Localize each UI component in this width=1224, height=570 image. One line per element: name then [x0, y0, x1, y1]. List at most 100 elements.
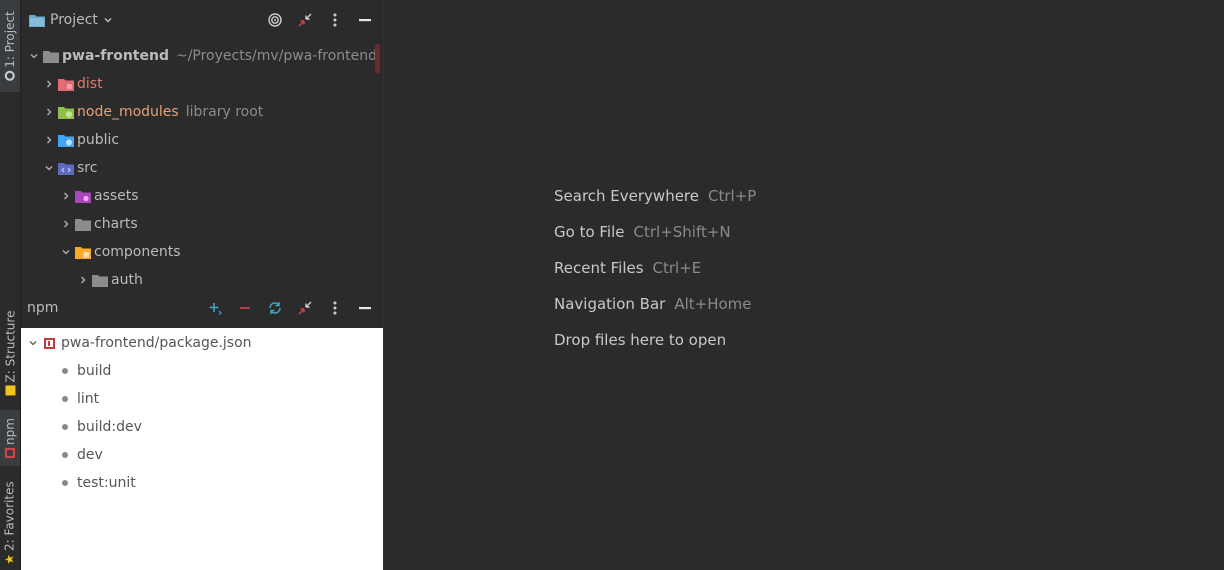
- node-modules-folder-icon: [58, 107, 74, 119]
- hint-search-everywhere: Search Everywhere Ctrl+P: [554, 178, 756, 214]
- npm-script-build[interactable]: build: [21, 357, 383, 385]
- chevron-right-icon: [42, 79, 56, 89]
- minus-icon: [240, 306, 250, 309]
- bullet-icon: [62, 396, 68, 402]
- chevron-down-icon: [59, 247, 73, 257]
- tree-label: public: [77, 132, 120, 148]
- chevron-down-icon: [104, 17, 112, 23]
- hint-navigation-bar: Navigation Bar Alt+Home: [554, 286, 756, 322]
- reload-scripts-button[interactable]: [267, 300, 283, 316]
- tab-project[interactable]: 1: Project: [0, 0, 20, 92]
- hint-shortcut: Ctrl+Shift+N: [633, 223, 731, 241]
- tree-node-auth[interactable]: auth: [21, 266, 383, 287]
- npm-script-lint[interactable]: lint: [21, 385, 383, 413]
- chevron-down-icon: [26, 338, 40, 348]
- tree-label: charts: [94, 216, 138, 232]
- npm-script-test-unit[interactable]: test:unit: [21, 469, 383, 497]
- bullet-icon: [62, 368, 68, 374]
- npm-options-button[interactable]: [327, 300, 343, 316]
- root-path: ~/Proyects/mv/pwa-frontend: [175, 48, 378, 64]
- tab-structure[interactable]: Z: Structure: [0, 305, 20, 400]
- minimize-icon: [359, 306, 371, 309]
- minimize-icon: [359, 19, 371, 22]
- npm-script-build-dev[interactable]: build:dev: [21, 413, 383, 441]
- star-icon: ★: [3, 553, 17, 565]
- tree-node-dist[interactable]: dist: [21, 70, 383, 98]
- project-tab-label: 1: Project: [3, 11, 17, 68]
- chevron-right-icon: [76, 275, 90, 285]
- tab-favorites[interactable]: ★ 2: Favorites: [0, 475, 20, 570]
- collapse-arrows-icon: [298, 13, 312, 27]
- hint-action: Recent Files: [554, 259, 644, 277]
- hint-shortcut: Alt+Home: [674, 295, 752, 313]
- project-panel-header: Project: [21, 0, 383, 40]
- tree-node-charts[interactable]: charts: [21, 210, 383, 238]
- npm-scripts-tree: pwa-frontend/package.json build lint bui…: [21, 328, 383, 570]
- tree-label: assets: [94, 188, 139, 204]
- project-scrollbar[interactable]: [375, 44, 380, 74]
- npm-script-label: test:unit: [77, 475, 136, 491]
- tree-node-components[interactable]: components: [21, 238, 383, 266]
- hint-action: Drop files here to open: [554, 331, 727, 349]
- npm-script-label: build:dev: [77, 419, 142, 435]
- hint-action: Search Everywhere: [554, 187, 699, 205]
- bullet-icon: [62, 480, 68, 486]
- chevron-down-icon: [42, 163, 56, 173]
- hide-npm-button[interactable]: [357, 300, 373, 316]
- hint-go-to-file: Go to File Ctrl+Shift+N: [554, 214, 756, 250]
- components-folder-icon: [75, 247, 91, 259]
- root-name: pwa-frontend: [62, 48, 169, 64]
- project-view-selector[interactable]: Project: [29, 12, 113, 28]
- project-folder-icon: [29, 15, 45, 27]
- dist-folder-icon: [58, 79, 74, 91]
- more-vertical-icon: [333, 301, 337, 314]
- chevron-right-icon: [59, 191, 73, 201]
- npm-panel-actions: [207, 287, 373, 328]
- editor-empty-hints: Search Everywhere Ctrl+P Go to File Ctrl…: [554, 178, 756, 358]
- folder-icon: [92, 275, 108, 287]
- npm-panel: npm pwa-frontend/package.json build lint…: [21, 287, 383, 570]
- tab-npm[interactable]: npm: [0, 410, 20, 466]
- npm-panel-title: npm: [27, 299, 59, 316]
- hint-shortcut: Ctrl+E: [652, 259, 702, 277]
- locate-file-button[interactable]: [267, 12, 283, 28]
- structure-tab-label: Z: Structure: [3, 310, 17, 382]
- project-panel-actions: [267, 0, 373, 40]
- npm-script-label: lint: [77, 391, 100, 407]
- tree-node-root[interactable]: pwa-frontend ~/Proyects/mv/pwa-frontend: [21, 42, 383, 70]
- target-icon: [268, 13, 282, 27]
- npm-panel-header: npm: [21, 287, 383, 328]
- npm-package-node[interactable]: pwa-frontend/package.json: [21, 329, 383, 357]
- tree-label: components: [94, 244, 181, 260]
- project-tab-icon: [5, 70, 15, 81]
- npm-script-dev[interactable]: dev: [21, 441, 383, 469]
- npm-script-label: dev: [77, 447, 103, 463]
- collapse-all-button[interactable]: [297, 300, 313, 316]
- folder-icon: [75, 219, 91, 231]
- plus-icon: [209, 302, 222, 315]
- chevron-right-icon: [42, 107, 56, 117]
- tree-node-assets[interactable]: assets: [21, 182, 383, 210]
- editor-area[interactable]: Search Everywhere Ctrl+P Go to File Ctrl…: [383, 0, 1224, 570]
- hint-recent-files: Recent Files Ctrl+E: [554, 250, 756, 286]
- src-folder-icon: [58, 163, 74, 175]
- more-vertical-icon: [333, 13, 337, 27]
- tree-node-public[interactable]: public: [21, 126, 383, 154]
- add-package-button[interactable]: [207, 300, 223, 316]
- hint-action: Go to File: [554, 223, 625, 241]
- project-options-button[interactable]: [327, 12, 343, 28]
- hint-action: Navigation Bar: [554, 295, 666, 313]
- npm-script-label: build: [77, 363, 112, 379]
- structure-icon: [5, 384, 15, 395]
- hide-project-button[interactable]: [357, 12, 373, 28]
- refresh-icon: [269, 301, 281, 314]
- hint-drop-files: Drop files here to open: [554, 322, 756, 358]
- tree-hint: library root: [185, 104, 264, 120]
- tree-node-node-modules[interactable]: node_modules library root: [21, 98, 383, 126]
- chevron-right-icon: [59, 219, 73, 229]
- chevron-right-icon: [42, 135, 56, 145]
- remove-package-button[interactable]: [237, 300, 253, 316]
- tree-node-src[interactable]: src: [21, 154, 383, 182]
- collapse-all-button[interactable]: [297, 12, 313, 28]
- project-view-label: Project: [50, 12, 98, 28]
